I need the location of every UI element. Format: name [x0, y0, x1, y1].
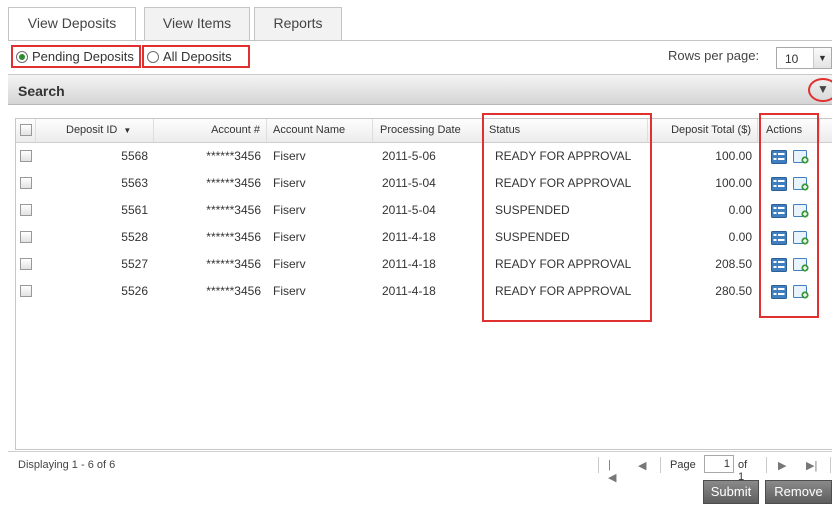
search-panel-header[interactable]: Search ▼ — [8, 74, 832, 105]
cell-processing-date: 2011-4-18 — [382, 257, 436, 271]
radio-unselected-icon[interactable] — [147, 50, 159, 63]
col-account[interactable]: Account # — [154, 119, 267, 142]
cell-deposit-id: 5528 — [121, 230, 148, 244]
cell-deposit-id: 5563 — [121, 176, 148, 190]
cell-deposit-total: 100.00 — [715, 176, 752, 190]
search-title: Search — [18, 83, 65, 99]
cell-processing-date: 2011-5-04 — [382, 203, 436, 217]
cell-deposit-id: 5527 — [121, 257, 148, 271]
rows-per-page-label: Rows per page: — [668, 48, 760, 63]
cell-deposit-id: 5568 — [121, 149, 148, 163]
prev-page-icon[interactable]: ◀ — [638, 459, 646, 472]
table-row[interactable]: 5528 ******3456 Fiserv 2011-4-18 SUSPENDED 0.… — [16, 224, 832, 251]
grid-header: Deposit ID ▼ Account # Account Name Proc… — [16, 119, 832, 143]
actions-highlight-box — [759, 113, 819, 318]
tab-reports[interactable]: Reports — [254, 7, 342, 40]
next-page-icon[interactable]: ▶ — [778, 459, 786, 472]
tab-bar: View Deposits View Items Reports — [8, 0, 832, 41]
col-deposit-id-label: Deposit ID — [66, 124, 118, 136]
status-highlight-box — [482, 113, 652, 322]
pager-divider — [598, 457, 599, 473]
row-checkbox[interactable] — [20, 150, 32, 162]
cell-account-name: Fiserv — [273, 230, 306, 244]
table-row[interactable]: 5526 ******3456 Fiserv 2011-4-18 READY FOR A… — [16, 278, 832, 305]
last-page-icon[interactable]: ▶| — [806, 459, 817, 472]
row-checkbox[interactable] — [20, 204, 32, 216]
remove-button[interactable]: Remove — [765, 480, 832, 504]
cell-account: ******3456 — [206, 149, 261, 163]
page-label: Page — [670, 459, 696, 471]
cell-deposit-total: 280.50 — [715, 284, 752, 298]
chevron-down-icon[interactable]: ▼ — [813, 48, 831, 68]
cell-account: ******3456 — [206, 203, 261, 217]
pending-deposits-label: Pending Deposits — [32, 49, 134, 64]
page-number-input[interactable]: 1 — [704, 455, 734, 473]
select-all-cell — [16, 119, 36, 142]
cell-deposit-total: 208.50 — [715, 257, 752, 271]
col-account-name[interactable]: Account Name — [267, 119, 373, 142]
cell-processing-date: 2011-5-04 — [382, 176, 436, 190]
cell-account: ******3456 — [206, 284, 261, 298]
cell-account-name: Fiserv — [273, 203, 306, 217]
all-deposits-option[interactable]: All Deposits — [142, 45, 250, 68]
pager-divider — [660, 457, 661, 473]
cell-account-name: Fiserv — [273, 176, 306, 190]
cell-account-name: Fiserv — [273, 149, 306, 163]
cell-deposit-total: 100.00 — [715, 149, 752, 163]
cell-deposit-total: 0.00 — [728, 203, 752, 217]
radio-selected-icon[interactable] — [16, 50, 28, 63]
tab-divider — [8, 40, 832, 41]
cell-processing-date: 2011-4-18 — [382, 230, 436, 244]
submit-button[interactable]: Submit — [703, 480, 759, 504]
cell-account: ******3456 — [206, 257, 261, 271]
cell-account: ******3456 — [206, 230, 261, 244]
expand-toggle-icon[interactable]: ▼ — [808, 78, 832, 102]
tab-view-deposits[interactable]: View Deposits — [8, 7, 136, 41]
cell-processing-date: 2011-5-06 — [382, 149, 436, 163]
rows-per-page-select[interactable]: 10 ▼ — [776, 47, 832, 69]
pager-divider — [830, 457, 831, 473]
table-row[interactable]: 5527 ******3456 Fiserv 2011-4-18 READY FOR A… — [16, 251, 832, 278]
row-checkbox[interactable] — [20, 258, 32, 270]
cell-deposit-id: 5561 — [121, 203, 148, 217]
first-page-icon[interactable]: |◀ — [608, 459, 616, 484]
sort-desc-icon: ▼ — [123, 126, 132, 135]
pending-deposits-option[interactable]: Pending Deposits — [11, 45, 141, 68]
col-deposit-id[interactable]: Deposit ID ▼ — [36, 119, 154, 142]
table-row[interactable]: 5568 ******3456 Fiserv 2011-5-06 READY FOR A… — [16, 143, 832, 170]
cell-account-name: Fiserv — [273, 257, 306, 271]
table-row[interactable]: 5561 ******3456 Fiserv 2011-5-04 SUSPENDED 0.… — [16, 197, 832, 224]
displaying-count: Displaying 1 - 6 of 6 — [18, 459, 116, 471]
cell-processing-date: 2011-4-18 — [382, 284, 436, 298]
row-checkbox[interactable] — [20, 177, 32, 189]
pager-divider — [766, 457, 767, 473]
col-processing-date[interactable]: Processing Date — [373, 119, 483, 142]
grid-footer: Displaying 1 - 6 of 6 |◀ ◀ Page 1 of 1 ▶… — [8, 451, 832, 484]
row-checkbox[interactable] — [20, 231, 32, 243]
row-checkbox[interactable] — [20, 285, 32, 297]
all-deposits-label: All Deposits — [163, 49, 232, 64]
select-all-checkbox[interactable] — [20, 124, 32, 136]
cell-account: ******3456 — [206, 176, 261, 190]
deposits-grid: Deposit ID ▼ Account # Account Name Proc… — [15, 118, 832, 450]
col-deposit-total[interactable]: Deposit Total ($) — [648, 119, 758, 142]
cell-deposit-total: 0.00 — [728, 230, 752, 244]
table-row[interactable]: 5563 ******3456 Fiserv 2011-5-04 READY FOR A… — [16, 170, 832, 197]
rows-per-page-value: 10 — [785, 52, 799, 66]
cell-deposit-id: 5526 — [121, 284, 148, 298]
tab-view-items[interactable]: View Items — [144, 7, 250, 40]
cell-account-name: Fiserv — [273, 284, 306, 298]
